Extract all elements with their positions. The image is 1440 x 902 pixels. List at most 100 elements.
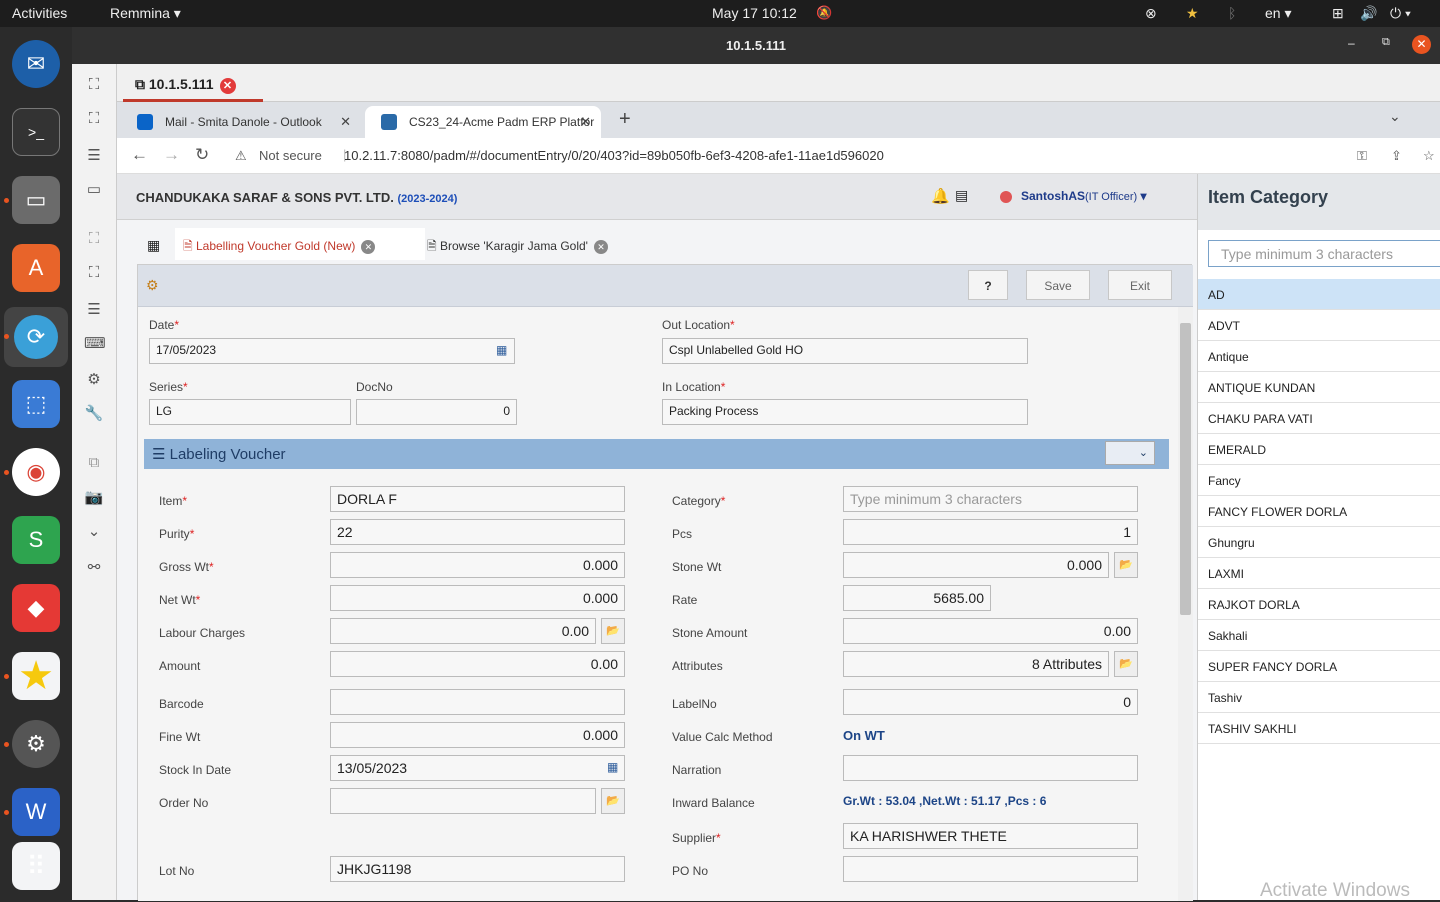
files-icon[interactable]: ▭	[12, 176, 60, 224]
spreadsheet-icon[interactable]: S	[12, 516, 60, 564]
reload-icon[interactable]: ↻	[195, 145, 209, 165]
bookmark-icon[interactable]: ☆	[1423, 148, 1435, 164]
chrome-icon[interactable]: ◉	[12, 448, 60, 496]
tab-search-icon[interactable]: ⌄	[1389, 108, 1401, 125]
remmina-dock-active[interactable]: ⟳	[4, 307, 68, 367]
close-tab-icon[interactable]: ✕	[593, 240, 608, 254]
section-dropdown[interactable]: ⌄	[1105, 441, 1155, 465]
stone-wt-input[interactable]: 0.000	[843, 552, 1109, 578]
gross-wt-input[interactable]: 0.000	[330, 552, 625, 578]
warning-icon[interactable]: ⚠	[235, 148, 247, 164]
settings-icon[interactable]: ⚙	[12, 720, 60, 768]
series-input[interactable]: LG	[149, 399, 351, 425]
category-item[interactable]: FANCY FLOWER DORLA	[1198, 496, 1440, 527]
restore-button[interactable]: ⧉	[1382, 36, 1390, 49]
rate-input[interactable]: 5685.00	[843, 585, 991, 611]
thunderbird-icon[interactable]: ✉	[12, 40, 60, 88]
camera-icon[interactable]: 📷	[84, 488, 104, 508]
scale-icon[interactable]: ⛶	[84, 230, 104, 250]
stone-amount-input[interactable]: 0.00	[843, 618, 1138, 644]
category-item[interactable]: Fancy	[1198, 465, 1440, 496]
category-item[interactable]: SUPER FANCY DORLA	[1198, 651, 1440, 682]
category-item[interactable]: Tashiv	[1198, 682, 1440, 713]
forward-icon[interactable]: →	[163, 145, 180, 165]
activities-button[interactable]: Activities	[12, 5, 67, 21]
dynamic-resolution-icon[interactable]: ⛶	[84, 264, 104, 284]
apps-grid-icon[interactable]: ▦	[147, 228, 160, 260]
save-button[interactable]: Save	[1026, 270, 1090, 300]
fine-wt-input[interactable]: 0.000	[330, 722, 625, 748]
tab-browse-karagir[interactable]: 🗎 Browse 'Karagir Jama Gold' ✕	[419, 228, 608, 260]
out-location-input[interactable]: Cspl Unlabelled Gold HO	[662, 338, 1028, 364]
tab-erp[interactable]: CS23_24-Acme Padm ERP Platfor ✕	[365, 106, 601, 138]
order-no-input[interactable]	[330, 788, 596, 814]
category-item[interactable]: CHAKU PARA VATI	[1198, 403, 1440, 434]
labour-charges-button[interactable]: 📂	[601, 618, 625, 644]
key-icon[interactable]: ⚿	[1357, 148, 1367, 164]
close-tab-icon[interactable]: ✕	[361, 240, 376, 254]
amount-input[interactable]: 0.00	[330, 651, 625, 677]
language-selector[interactable]: en ▾	[1265, 5, 1292, 22]
category-item[interactable]: AD	[1198, 279, 1440, 310]
help-button[interactable]: ?	[968, 270, 1008, 300]
anydesk-icon[interactable]: ◆	[12, 584, 60, 632]
category-item[interactable]: TASHIV SAKHLI	[1198, 713, 1440, 744]
order-no-button[interactable]: 📂	[601, 788, 625, 814]
pcs-input[interactable]: 1	[843, 519, 1138, 545]
bluetooth-icon[interactable]: ᛒ	[1228, 5, 1236, 21]
label-no-input[interactable]: 0	[843, 689, 1138, 715]
duplicate-icon[interactable]: ⧉	[84, 454, 104, 474]
menu-icon[interactable]: ☰	[84, 146, 104, 166]
date-input[interactable]: 17/05/2023	[149, 338, 515, 364]
form-scrollbar[interactable]	[1178, 307, 1193, 901]
disconnect-icon[interactable]: ⚯	[84, 558, 104, 578]
app-menu[interactable]: Remmina ▾	[110, 5, 181, 22]
preferences-icon[interactable]: ☰	[84, 300, 104, 320]
labour-charges-input[interactable]: 0.00	[330, 618, 596, 644]
close-tab-icon[interactable]: ✕	[340, 114, 351, 130]
net-wt-input[interactable]: 0.000	[330, 585, 625, 611]
in-location-input[interactable]: Packing Process	[662, 399, 1028, 425]
docno-input[interactable]: 0	[356, 399, 517, 425]
calendar-icon[interactable]: ▦	[607, 760, 618, 774]
minimize-chevron-icon[interactable]: ⌄	[84, 522, 104, 542]
tools-icon[interactable]: ⚙	[84, 370, 104, 390]
attributes-input[interactable]: 8 Attributes	[843, 651, 1109, 677]
category-item[interactable]: EMERALD	[1198, 434, 1440, 465]
screenshot-icon[interactable]: ⬚	[12, 380, 60, 428]
category-item[interactable]: RAJKOT DORLA	[1198, 589, 1440, 620]
close-tab-icon[interactable]: ✕	[580, 114, 591, 130]
tab-labelling-voucher[interactable]: 🗎 Labelling Voucher Gold (New) ✕	[175, 228, 425, 260]
category-item[interactable]: Ghungru	[1198, 527, 1440, 558]
lot-no-input[interactable]: JHKJG1198	[330, 856, 625, 882]
fit-window-icon[interactable]: ⛶	[84, 76, 104, 96]
keyboard-icon[interactable]: ⌨	[84, 334, 106, 354]
remmina-tray-icon[interactable]: ⊗	[1145, 5, 1157, 22]
po-no-input[interactable]	[843, 856, 1138, 882]
not-secure-label[interactable]: Not secure	[259, 148, 322, 163]
network-icon[interactable]: ⊞	[1332, 5, 1344, 22]
stock-in-date-input[interactable]: 13/05/2023	[330, 755, 625, 781]
minimize-button[interactable]: –	[1348, 36, 1355, 50]
software-icon[interactable]: A	[12, 244, 60, 292]
narration-input[interactable]	[843, 755, 1138, 781]
category-item[interactable]: Sakhali	[1198, 620, 1440, 651]
calendar-icon[interactable]: ▦	[496, 343, 507, 357]
close-session-icon[interactable]: ✕	[219, 78, 236, 94]
wrench-icon[interactable]: 🔧	[84, 404, 104, 424]
show-apps-icon[interactable]: ⠿	[12, 842, 60, 890]
volume-icon[interactable]: 🔊	[1360, 5, 1377, 22]
url-text[interactable]: 10.2.11.7:8080/padm/#/documentEntry/0/20…	[344, 148, 884, 163]
category-input[interactable]: Type minimum 3 characters	[843, 486, 1138, 512]
clock[interactable]: May 17 10:12	[712, 5, 797, 21]
bell-icon[interactable]: 🔔	[931, 187, 950, 205]
close-window-button[interactable]: ✕	[1412, 35, 1431, 54]
stone-wt-button[interactable]: 📂	[1114, 552, 1138, 578]
remmina-session-tab[interactable]: ⧉ 10.1.5.111 ✕	[123, 68, 263, 102]
item-category-search[interactable]: Type minimum 3 characters	[1208, 240, 1440, 267]
attributes-button[interactable]: 📂	[1114, 651, 1138, 677]
category-item[interactable]: LAXMI	[1198, 558, 1440, 589]
power-icon[interactable]: ⏻ ▾	[1390, 5, 1411, 22]
category-item[interactable]: ANTIQUE KUNDAN	[1198, 372, 1440, 403]
star-app-icon[interactable]: ★	[12, 652, 60, 700]
